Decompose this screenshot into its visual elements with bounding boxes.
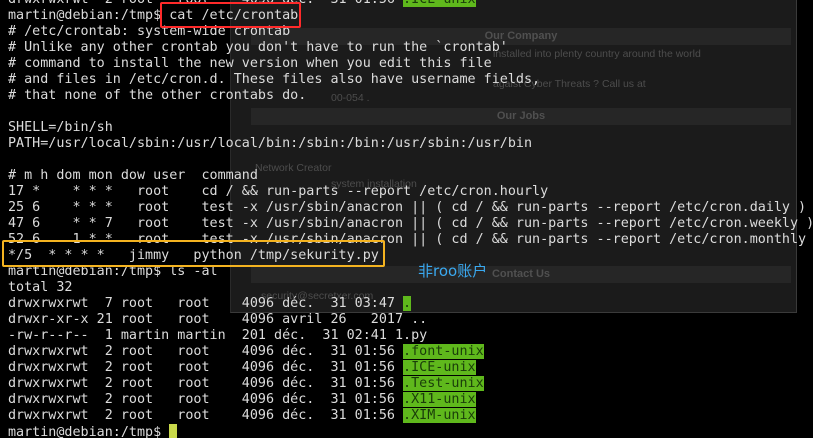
screenshot: Our Company installed into plenty countr… xyxy=(0,0,813,438)
annotation-label: 非roo账户 xyxy=(418,262,488,280)
directory-name: .Test-unix xyxy=(403,376,484,391)
terminal-line: SHELL=/bin/sh xyxy=(8,120,113,136)
terminal-cursor xyxy=(169,424,178,438)
terminal-line-text: -rw-r--r-- 1 martin martin 201 déc. 31 0… xyxy=(8,328,428,343)
terminal-line: # Unlike any other crontab you don't hav… xyxy=(8,40,508,56)
terminal-line: drwxrwxrwt 2 root root 4096 déc. 31 01:5… xyxy=(8,376,484,392)
terminal-line-text: martin@debian:/tmp$ xyxy=(8,425,170,438)
terminal-line: drwxrwxrwt 2 root root 4096 déc. 31 01:5… xyxy=(8,344,484,360)
terminal-line-text: drwxrwxrwt 2 root root 4096 déc. 31 01:5… xyxy=(8,392,404,407)
terminal-line: # command to install the new version whe… xyxy=(8,56,492,72)
cron-entry-highlight-box xyxy=(2,240,385,267)
terminal-line: # that none of the other crontabs do. xyxy=(8,88,306,104)
terminal-line: drwxrwxrwt 2 root root 4096 déc. 31 01:5… xyxy=(8,408,476,424)
terminal-line: martin@debian:/tmp$ xyxy=(8,424,178,438)
terminal-line: -rw-r--r-- 1 martin martin 201 déc. 31 0… xyxy=(8,328,427,344)
terminal-line: drwxrwxrwt 7 root root 4096 déc. 31 03:4… xyxy=(8,296,412,312)
directory-name: .X11-unix xyxy=(403,392,476,407)
terminal-line-text: # m h dom mon dow user command xyxy=(8,168,258,183)
terminal-line-text: drwxrwxrwt 2 root root 4096 déc. 31 01:5… xyxy=(8,344,404,359)
terminal-line-text: # Unlike any other crontab you don't hav… xyxy=(8,40,508,55)
command-highlight-box xyxy=(160,2,301,28)
terminal-line-text: total 32 xyxy=(8,280,73,295)
terminal-line-text: 47 6 * * 7 root test -x /usr/sbin/anacro… xyxy=(8,216,813,231)
terminal-line: # m h dom mon dow user command xyxy=(8,168,258,184)
terminal-line: PATH=/usr/local/sbin:/usr/local/bin:/sbi… xyxy=(8,136,532,152)
directory-name: .ICE-unix xyxy=(403,360,476,375)
terminal-line-text: 25 6 * * * root test -x /usr/sbin/anacro… xyxy=(8,200,807,215)
terminal-line: drwxr-xr-x 21 root root 4096 avril 26 20… xyxy=(8,312,427,328)
terminal-line-text: 17 * * * * root cd / && run-parts --repo… xyxy=(8,184,549,199)
terminal-line: drwxrwxrwt 2 root root 4096 déc. 31 01:5… xyxy=(8,392,476,408)
terminal-line-text: # that none of the other crontabs do. xyxy=(8,88,307,103)
terminal-line-text: PATH=/usr/local/sbin:/usr/local/bin:/sbi… xyxy=(8,136,533,151)
directory-name: .XIM-unix xyxy=(403,408,476,423)
terminal-line-text: drwxrwxrwt 2 root root 4096 déc. 31 01:5… xyxy=(8,408,404,423)
terminal-line: 17 * * * * root cd / && run-parts --repo… xyxy=(8,184,548,200)
directory-name: .ICE-unix xyxy=(403,0,476,7)
terminal-line-text: drwxr-xr-x 21 root root 4096 avril 26 20… xyxy=(8,312,428,327)
terminal-line-text: drwxrwxrwt 2 root root 4096 déc. 31 01:5… xyxy=(8,376,404,391)
terminal-line: 25 6 * * * root test -x /usr/sbin/anacro… xyxy=(8,200,806,216)
terminal-line: # and files in /etc/cron.d. These files … xyxy=(8,72,540,88)
terminal-line: total 32 xyxy=(8,280,73,296)
directory-name: . xyxy=(403,296,412,311)
directory-name: .font-unix xyxy=(403,344,484,359)
terminal-line: 47 6 * * 7 root test -x /usr/sbin/anacro… xyxy=(8,216,813,232)
terminal-line-text: SHELL=/bin/sh xyxy=(8,120,113,135)
terminal-line-text: # command to install the new version whe… xyxy=(8,56,492,71)
terminal-line-text: drwxrwxrwt 7 root root 4096 déc. 31 03:4… xyxy=(8,296,404,311)
terminal-line: drwxrwxrwt 2 root root 4096 déc. 31 01:5… xyxy=(8,360,476,376)
terminal[interactable]: drwxrwxrwt 2 root root 4096 déc. 31 01:5… xyxy=(0,0,813,438)
terminal-line-text: # and files in /etc/cron.d. These files … xyxy=(8,72,541,87)
terminal-line-text: drwxrwxrwt 2 root root 4096 déc. 31 01:5… xyxy=(8,360,404,375)
